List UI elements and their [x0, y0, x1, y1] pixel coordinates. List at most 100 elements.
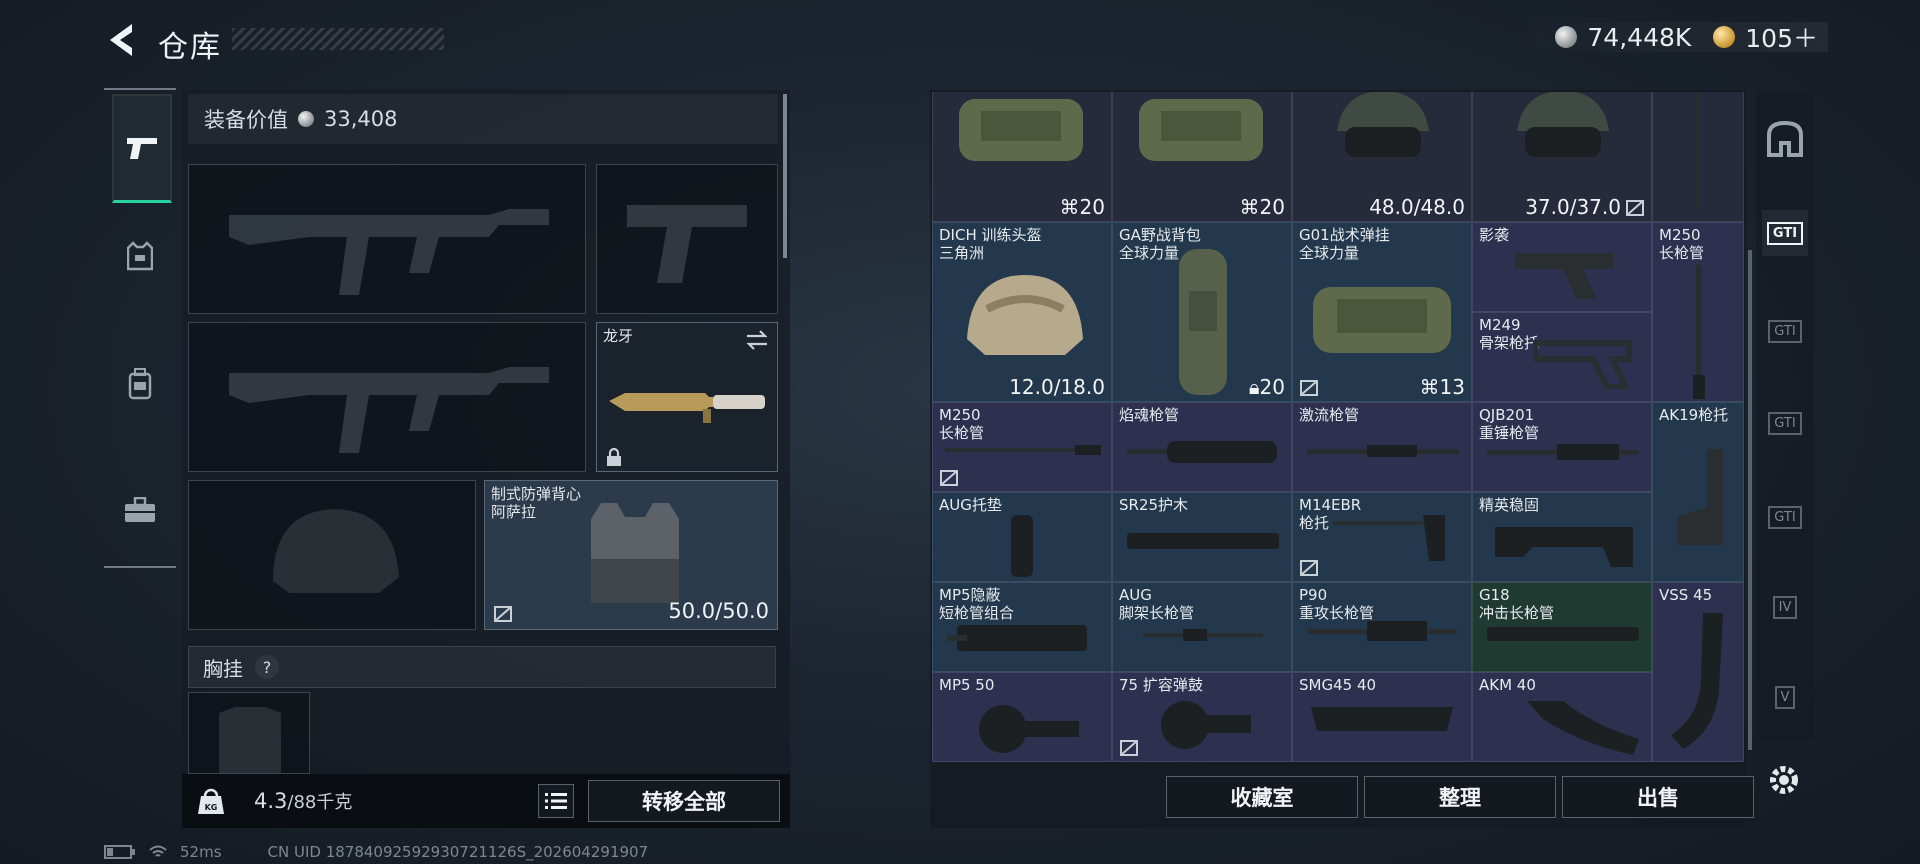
- stash-item-pouch[interactable]: ⌘20: [932, 92, 1112, 222]
- sidearm-slot[interactable]: [596, 164, 778, 314]
- stash-item-aug-bipod-barrel[interactable]: AUG 脚架长枪管: [1112, 582, 1292, 672]
- nav-divider: [104, 88, 176, 90]
- item-name: 影袭: [1479, 226, 1510, 244]
- swap-icon[interactable]: [745, 329, 769, 351]
- stash-item-ak19-stock[interactable]: AK19枪托: [1652, 402, 1744, 582]
- stash-item-smg45-mag[interactable]: SMG45 40: [1292, 672, 1472, 762]
- wifi-icon: [149, 845, 167, 857]
- primary-weapon-slot[interactable]: [188, 164, 586, 314]
- stash-item-p90-barrel[interactable]: P90 重攻长枪管: [1292, 582, 1472, 672]
- nav-tab-toolbox[interactable]: [112, 458, 168, 562]
- helmet-silhouette-icon: [273, 509, 399, 593]
- item-capacity: ⌘13: [1419, 375, 1465, 399]
- item-durability: 12.0/18.0: [1009, 375, 1105, 399]
- loadout-scrollbar[interactable]: [783, 94, 787, 258]
- help-icon[interactable]: ?: [255, 655, 279, 679]
- gold-coin-icon: [1713, 26, 1736, 48]
- chest-rig-label: 胸挂: [203, 656, 243, 681]
- stash-item-pouch[interactable]: ⌘20: [1112, 92, 1292, 222]
- training-helmet-icon: [967, 275, 1083, 355]
- stash-scrollbar[interactable]: [1748, 250, 1752, 750]
- no-insure-icon: [1120, 740, 1138, 756]
- stash-tab-2[interactable]: GTI: [1762, 308, 1808, 354]
- stash-tab-home[interactable]: [1762, 116, 1808, 162]
- stash-item-mp5-barrel-kit[interactable]: MP5隐蔽 短枪管组合: [932, 582, 1112, 672]
- left-category-nav: [104, 88, 176, 568]
- sell-button[interactable]: 出售: [1562, 776, 1754, 818]
- stock-icon: [1333, 515, 1445, 561]
- nav-tab-backpack[interactable]: [112, 332, 168, 436]
- pistol-icon: [127, 138, 157, 159]
- barrel-icon: [1143, 629, 1263, 641]
- back-button[interactable]: [102, 20, 138, 60]
- helmet-slot[interactable]: [188, 480, 476, 630]
- chest-rig-header: 胸挂 ?: [188, 646, 776, 688]
- stash-tab-6[interactable]: V: [1762, 674, 1808, 720]
- no-insure-icon: [494, 606, 512, 622]
- curved-magazine-icon: [1671, 613, 1723, 749]
- stock-icon: [1515, 253, 1613, 299]
- stash-item-elite-stable-stock[interactable]: 精英稳固: [1472, 492, 1652, 582]
- stash-item-mp5-drum[interactable]: MP5 50: [932, 672, 1112, 762]
- stash-item-m250-barrel[interactable]: M250 长枪管: [932, 402, 1112, 492]
- stash-item-aug-buttpad[interactable]: AUG托垫: [932, 492, 1112, 582]
- stash-item-stock[interactable]: 影袭: [1472, 222, 1652, 312]
- nav-tab-armor[interactable]: [112, 204, 168, 308]
- silver-coin-icon: [298, 111, 314, 127]
- no-insure-icon: [940, 470, 958, 486]
- toolbox-icon: [125, 497, 155, 522]
- drum-magazine-icon: [979, 705, 1079, 753]
- stash-item-helmet[interactable]: 37.0/37.0: [1472, 92, 1652, 222]
- stash-tab-4[interactable]: GTI: [1762, 494, 1808, 540]
- item-name: G18 冲击长枪管: [1479, 586, 1555, 622]
- stash-item-m14ebr-stock[interactable]: M14EBR 枪托: [1292, 492, 1472, 582]
- back-arrow-icon: [110, 24, 132, 56]
- stash-item-sr25-handguard[interactable]: SR25护木: [1112, 492, 1292, 582]
- item-durability: 48.0/48.0: [1369, 195, 1465, 219]
- gold-amount[interactable]: 105＋: [1745, 19, 1818, 55]
- stash-panel: ⌘20 ⌘20 48.0/48.0 37.0/37.0 DICH 训练头盔 三角…: [930, 90, 1754, 828]
- secondary-weapon-slot[interactable]: [188, 322, 586, 472]
- stash-item-dich-helmet[interactable]: DICH 训练头盔 三角洲 12.0/18.0: [932, 222, 1112, 402]
- stash-tab-1[interactable]: GTI: [1762, 210, 1808, 256]
- nav-tab-weapons[interactable]: [112, 94, 172, 203]
- transfer-all-button[interactable]: 转移全部: [588, 780, 780, 822]
- stash-item-flame-barrel[interactable]: 焰魂枪管: [1112, 402, 1292, 492]
- collection-room-button[interactable]: 收藏室: [1166, 776, 1358, 818]
- weight-icon: KG: [198, 788, 224, 814]
- sort-button[interactable]: 整理: [1364, 776, 1556, 818]
- tab-badge: GTI: [1768, 505, 1802, 529]
- curved-magazine-icon: [1527, 701, 1639, 755]
- chest-rig-silhouette-icon: [219, 707, 281, 773]
- ping-text: 52ms: [180, 843, 222, 861]
- stash-item-75-drum[interactable]: 75 扩容弹鼓: [1112, 672, 1292, 762]
- item-name: SMG45 40: [1299, 676, 1377, 694]
- stash-item-vss-mag[interactable]: VSS 45: [1652, 582, 1744, 762]
- stash-item-qjb201-barrel[interactable]: QJB201 重锤枪管: [1472, 402, 1652, 492]
- item-name: 焰魂枪管: [1119, 406, 1180, 424]
- list-view-button[interactable]: [538, 784, 574, 818]
- stash-grid: ⌘20 ⌘20 48.0/48.0 37.0/37.0 DICH 训练头盔 三角…: [932, 92, 1744, 764]
- weight-display: 4.3/88千克: [254, 789, 353, 813]
- stash-tab-3[interactable]: GTI: [1762, 400, 1808, 446]
- rifle-silhouette-icon: [229, 209, 549, 295]
- item-capacity: ⌘20: [1059, 195, 1105, 219]
- equipment-value-bar: 装备价值 33,408: [188, 94, 778, 144]
- melee-slot[interactable]: 龙牙: [596, 322, 778, 472]
- settings-button[interactable]: [1764, 760, 1804, 800]
- stash-item-g18-barrel[interactable]: G18 冲击长枪管: [1472, 582, 1652, 672]
- silver-coin-icon: [1555, 26, 1578, 48]
- stash-item-akm-mag[interactable]: AKM 40: [1472, 672, 1652, 762]
- stash-item-ga-backpack[interactable]: GA野战背包 全球力量 🔒︎20: [1112, 222, 1292, 402]
- stash-item-m249-stock[interactable]: M249 骨架枪托: [1472, 312, 1652, 402]
- stash-tab-5[interactable]: IV: [1762, 584, 1808, 630]
- stash-item-helmet[interactable]: 48.0/48.0: [1292, 92, 1472, 222]
- no-insure-icon: [1300, 380, 1318, 396]
- item-name: M250 长枪管: [939, 406, 985, 442]
- stash-item-m250-barrel[interactable]: M250 长枪管: [1652, 222, 1744, 402]
- body-armor-slot[interactable]: 制式防弹背心 阿萨拉 50.0/50.0: [484, 480, 778, 630]
- chest-rig-slot[interactable]: [188, 692, 310, 774]
- stash-item-torrent-barrel[interactable]: 激流枪管: [1292, 402, 1472, 492]
- stash-item-g01-chest-rig[interactable]: G01战术弹挂 全球力量 ⌘13: [1292, 222, 1472, 402]
- stash-item-barrel[interactable]: [1652, 92, 1744, 222]
